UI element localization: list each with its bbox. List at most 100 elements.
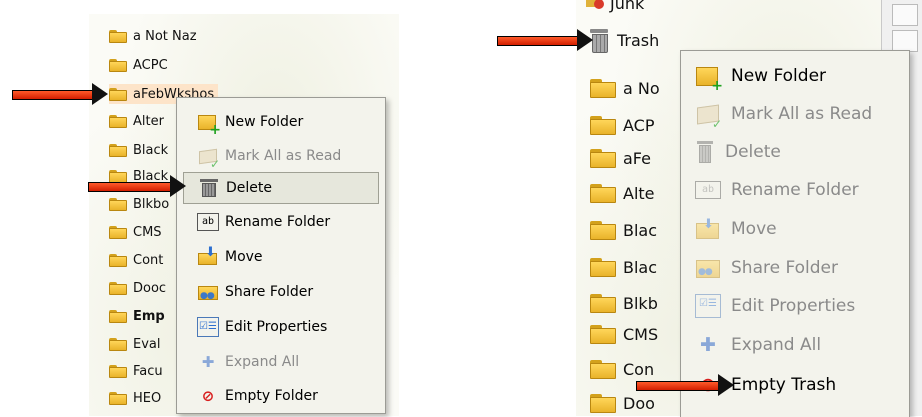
folder-label: Dooc [133,280,167,296]
folder-label: Blkb [623,293,658,313]
folder-label: Cont [133,252,164,268]
folder-row[interactable]: CMS [109,222,162,242]
menu-item-expand-all[interactable]: ✚ Expand All [687,326,903,364]
menu-item-share-folder[interactable]: Share Folder [183,276,379,308]
menu-item-mark-all-read[interactable]: Mark All as Read [687,95,903,133]
folder-label: a No [623,78,660,98]
rename-icon: ab [695,181,721,199]
folder-row[interactable]: ACPC [109,55,168,75]
folder-icon [590,78,616,98]
scrollbar-box [892,30,918,52]
menu-item-label: Delete [725,142,781,162]
menu-item-edit-properties[interactable]: Edit Properties [183,311,379,343]
folder-label: Facu [133,363,163,379]
folder-label: Emp [133,308,165,324]
folder-label: Eval [133,336,161,352]
expand-icon: ✚ [700,334,716,356]
menu-item-label: Move [731,219,777,239]
menu-item-rename-folder[interactable]: ab Rename Folder [687,171,903,209]
menu-item-delete[interactable]: Delete [687,133,903,171]
menu-item-delete[interactable]: Delete [183,172,379,204]
folder-row[interactable]: Emp [109,306,165,326]
menu-item-share-folder[interactable]: Share Folder [687,249,903,287]
folder-row[interactable]: Blkb [590,290,658,316]
folder-row[interactable]: Dooc [109,278,166,298]
folder-row[interactable]: Black [109,140,168,160]
menu-item-label: Mark All as Read [225,148,342,164]
folder-icon [109,337,127,351]
menu-item-new-folder[interactable]: New Folder [687,57,903,95]
folder-icon [590,293,616,313]
folder-icon [590,220,616,240]
folder-icon [590,183,616,203]
folder-label: Doo [623,393,655,413]
folder-row-trash[interactable]: Trash [590,27,659,53]
annotation-arrow-icon [497,29,593,51]
menu-item-label: Rename Folder [225,214,331,230]
folder-row[interactable]: Blkbo [109,194,169,214]
scrollbar-box [892,4,918,26]
folder-label: Blac [623,257,658,277]
folder-icon [109,309,127,323]
folder-row[interactable]: Facu [109,361,163,381]
folder-row[interactable]: Doo [590,390,655,416]
folder-row[interactable]: a Not Naz [109,26,197,46]
folder-row[interactable]: Cont [109,250,163,270]
folder-label: ACP [623,115,655,135]
menu-item-new-folder[interactable]: New Folder [183,106,379,138]
folder-label: Blac [623,220,658,240]
folder-row[interactable]: Alter [109,111,164,131]
folder-row[interactable]: CMS [590,321,658,347]
menu-item-rename-folder[interactable]: ab Rename Folder [183,206,379,238]
folder-label: ACPC [133,57,168,73]
edit-properties-icon [197,317,219,337]
trash-icon [695,140,715,164]
menu-item-label: Share Folder [731,258,838,278]
mark-read-icon [695,102,722,130]
folder-icon [109,87,127,101]
folder-row[interactable]: Alte [590,180,655,206]
folder-context-menu: New Folder Mark All as Read Delete ab Ren… [176,97,386,414]
share-folder-icon [695,256,721,284]
folder-icon [109,29,127,43]
menu-item-mark-all-read[interactable]: Mark All as Read [183,140,379,172]
folder-row[interactable]: ACP [590,112,654,138]
folder-icon [109,391,127,405]
folder-label: CMS [133,224,162,240]
folder-label: CMS [623,324,659,344]
annotation-arrow-icon [636,374,734,396]
folder-icon [109,253,127,267]
folder-row[interactable]: HEO [109,388,161,408]
folder-label: Black [133,142,169,158]
menu-item-empty-folder[interactable]: ⊘ Empty Folder [183,380,379,412]
folder-row[interactable]: aFe [590,145,651,171]
menu-item-move[interactable]: Move [183,241,379,273]
folder-icon [109,281,127,295]
folder-row[interactable]: Eval [109,334,161,354]
menu-item-label: Edit Properties [731,296,856,316]
expand-icon: ✚ [201,353,215,371]
menu-item-label: Move [225,249,263,265]
menu-item-expand-all[interactable]: ✚ Expand All [183,346,379,378]
folder-label: aFe [623,148,651,168]
folder-label: Con [623,359,655,379]
menu-item-label: Delete [226,180,272,196]
rename-icon: ab [197,213,219,231]
folder-label: HEO [133,390,162,406]
folder-row[interactable]: Blac [590,217,657,243]
menu-item-edit-properties[interactable]: Edit Properties [687,287,903,325]
menu-item-move[interactable]: Move [687,210,903,248]
edit-properties-icon [695,294,721,318]
folder-label: Junk [610,0,645,13]
annotation-arrow-icon [12,83,108,105]
menu-item-label: Rename Folder [731,180,859,200]
folder-icon [590,115,616,135]
folder-icon [590,359,616,379]
trash-icon [198,178,220,198]
folder-icon [109,58,127,72]
folder-row-junk[interactable]: Junk [586,0,644,16]
folder-icon [590,257,616,277]
folder-label: Blkbo [133,196,170,212]
folder-row[interactable]: a No [590,75,660,101]
folder-row[interactable]: Blac [590,254,657,280]
